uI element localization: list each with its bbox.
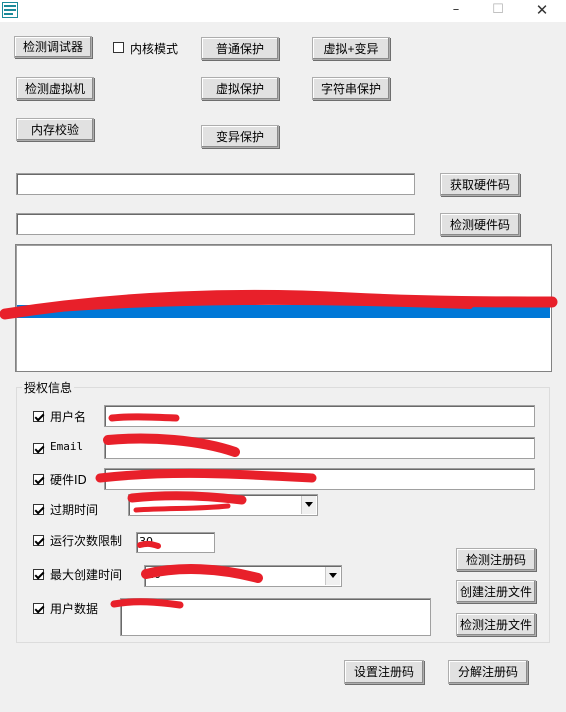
- run-limit-input[interactable]: 30: [136, 532, 215, 553]
- hwid-checkbox[interactable]: [33, 474, 44, 485]
- get-hwid-button[interactable]: 获取硬件码: [440, 173, 520, 196]
- kernel-mode-label: 内核模式: [130, 42, 179, 56]
- string-protect-button[interactable]: 字符串保护: [312, 77, 390, 100]
- run-limit-label: 运行次数限制: [50, 534, 123, 548]
- detect-vm-button[interactable]: 检测虚拟机: [16, 77, 94, 100]
- hwid-field[interactable]: [104, 468, 535, 490]
- hwid-check-input[interactable]: [16, 213, 415, 235]
- memory-check-button[interactable]: 内存校验: [16, 118, 94, 141]
- virtual-protect-button[interactable]: 虚拟保护: [201, 77, 279, 100]
- minimize-button[interactable]: –: [434, 0, 478, 20]
- virtual-mutate-button[interactable]: 虚拟+变异: [312, 37, 390, 60]
- email-label: Email: [50, 440, 84, 453]
- email-checkbox[interactable]: [33, 443, 44, 454]
- username-checkbox[interactable]: [33, 411, 44, 422]
- max-create-label: 最大创建时间: [50, 568, 123, 582]
- run-limit-checkbox[interactable]: [33, 535, 44, 546]
- expire-checkbox[interactable]: [33, 504, 44, 515]
- expire-label: 过期时间: [50, 503, 99, 517]
- max-create-value: 20: [147, 568, 161, 581]
- userdata-label: 用户数据: [50, 602, 99, 616]
- maximize-button[interactable]: ☐: [476, 0, 520, 20]
- normal-protect-button[interactable]: 普通保护: [201, 37, 279, 60]
- hwid-label: 硬件ID: [50, 473, 87, 487]
- license-group-title: 授权信息: [22, 379, 75, 396]
- username-label: 用户名: [50, 410, 87, 424]
- max-create-checkbox[interactable]: [33, 569, 44, 580]
- close-button[interactable]: ✕: [520, 0, 564, 20]
- hwid-get-input[interactable]: [16, 173, 415, 195]
- check-hwid-button[interactable]: 检测硬件码: [440, 213, 520, 236]
- kernel-mode-checkbox[interactable]: [113, 42, 124, 53]
- create-reg-file-button[interactable]: 创建注册文件: [456, 580, 536, 603]
- check-reg-button[interactable]: 检测注册码: [456, 548, 536, 571]
- username-input[interactable]: [104, 405, 535, 427]
- decompose-reg-button[interactable]: 分解注册码: [448, 660, 528, 684]
- userdata-textarea[interactable]: [120, 598, 431, 636]
- max-create-date-picker[interactable]: 20: [144, 565, 342, 587]
- email-input[interactable]: [104, 437, 535, 459]
- mutate-protect-button[interactable]: 变异保护: [201, 125, 279, 148]
- chevron-down-icon[interactable]: [301, 496, 316, 514]
- title-bar: – ☐ ✕: [0, 0, 566, 22]
- userdata-checkbox[interactable]: [33, 603, 44, 614]
- chevron-down-icon[interactable]: [325, 567, 340, 585]
- list-item-selected[interactable]: [17, 305, 550, 318]
- output-listbox[interactable]: [15, 244, 552, 372]
- detect-debugger-button[interactable]: 检测调试器: [14, 36, 92, 58]
- expire-date-picker[interactable]: [128, 494, 318, 516]
- set-reg-button[interactable]: 设置注册码: [344, 660, 424, 684]
- check-reg-file-button[interactable]: 检测注册文件: [456, 613, 536, 636]
- app-icon: [2, 2, 18, 18]
